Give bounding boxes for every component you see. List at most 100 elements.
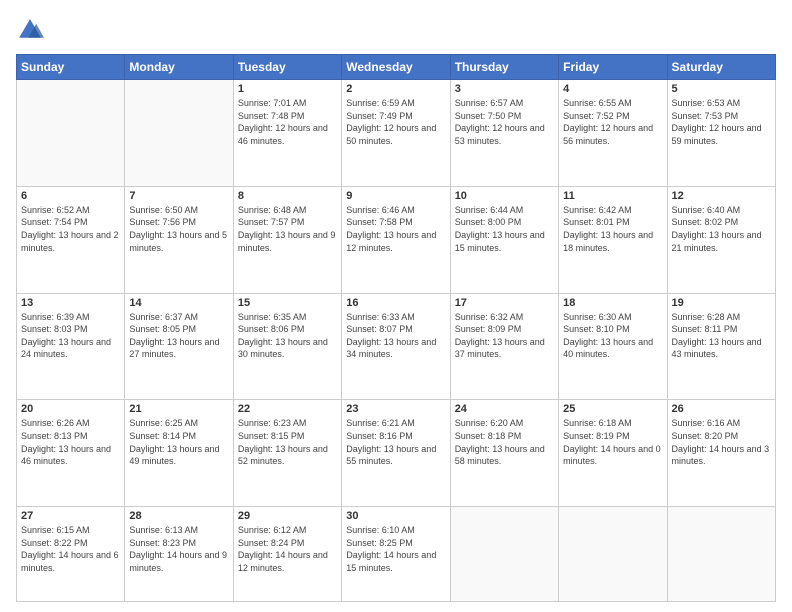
calendar-table: SundayMondayTuesdayWednesdayThursdayFrid… [16, 54, 776, 602]
calendar-day-header: Monday [125, 55, 233, 80]
page: SundayMondayTuesdayWednesdayThursdayFrid… [0, 0, 792, 612]
calendar-header-row: SundayMondayTuesdayWednesdayThursdayFrid… [17, 55, 776, 80]
day-info: Sunrise: 6:13 AM Sunset: 8:23 PM Dayligh… [129, 524, 228, 574]
calendar-cell: 28 Sunrise: 6:13 AM Sunset: 8:23 PM Dayli… [125, 507, 233, 602]
day-number: 19 [672, 297, 771, 309]
day-info: Sunrise: 6:30 AM Sunset: 8:10 PM Dayligh… [563, 311, 662, 361]
calendar-cell: 21 Sunrise: 6:25 AM Sunset: 8:14 PM Dayli… [125, 400, 233, 507]
day-number: 11 [563, 190, 662, 202]
calendar-cell: 20Sunrise: 6:26 AM Sunset: 8:13 PM Dayli… [17, 400, 125, 507]
day-info: Sunrise: 6:42 AM Sunset: 8:01 PM Dayligh… [563, 204, 662, 254]
day-info: Sunrise: 6:57 AM Sunset: 7:50 PM Dayligh… [455, 97, 554, 147]
calendar-cell: 5 Sunrise: 6:53 AM Sunset: 7:53 PM Daylig… [667, 80, 775, 187]
day-info: Sunrise: 7:01 AM Sunset: 7:48 PM Dayligh… [238, 97, 337, 147]
calendar-cell: 10Sunrise: 6:44 AM Sunset: 8:00 PM Dayli… [450, 186, 558, 293]
day-number: 6 [21, 190, 120, 202]
day-number: 10 [455, 190, 554, 202]
day-info: Sunrise: 6:20 AM Sunset: 8:18 PM Dayligh… [455, 417, 554, 467]
calendar-cell: 19 Sunrise: 6:28 AM Sunset: 8:11 PM Dayli… [667, 293, 775, 400]
calendar-cell: 15Sunrise: 6:35 AM Sunset: 8:06 PM Dayli… [233, 293, 341, 400]
day-number: 22 [238, 403, 337, 415]
calendar-day-header: Sunday [17, 55, 125, 80]
day-info: Sunrise: 6:40 AM Sunset: 8:02 PM Dayligh… [672, 204, 771, 254]
calendar-cell: 2 Sunrise: 6:59 AM Sunset: 7:49 PM Daylig… [342, 80, 450, 187]
day-info: Sunrise: 6:39 AM Sunset: 8:03 PM Dayligh… [21, 311, 120, 361]
calendar-cell [450, 507, 558, 602]
calendar-cell: 7 Sunrise: 6:50 AM Sunset: 7:56 PM Daylig… [125, 186, 233, 293]
day-info: Sunrise: 6:21 AM Sunset: 8:16 PM Dayligh… [346, 417, 445, 467]
calendar-week-row: 13 Sunrise: 6:39 AM Sunset: 8:03 PM Dayli… [17, 293, 776, 400]
day-number: 17 [455, 297, 554, 309]
calendar-cell: 27Sunrise: 6:15 AM Sunset: 8:22 PM Dayli… [17, 507, 125, 602]
day-number: 18 [563, 297, 662, 309]
calendar-cell: 26 Sunrise: 6:16 AM Sunset: 8:20 PM Dayli… [667, 400, 775, 507]
calendar-cell: 29 Sunrise: 6:12 AM Sunset: 8:24 PM Dayli… [233, 507, 341, 602]
day-info: Sunrise: 6:48 AM Sunset: 7:57 PM Dayligh… [238, 204, 337, 254]
calendar-cell: 6 Sunrise: 6:52 AM Sunset: 7:54 PM Daylig… [17, 186, 125, 293]
calendar-day-header: Wednesday [342, 55, 450, 80]
calendar-cell: 4 Sunrise: 6:55 AM Sunset: 7:52 PM Daylig… [559, 80, 667, 187]
day-number: 21 [129, 403, 228, 415]
calendar-cell [17, 80, 125, 187]
day-number: 29 [238, 510, 337, 522]
logo-icon [16, 16, 44, 44]
day-info: Sunrise: 6:23 AM Sunset: 8:15 PM Dayligh… [238, 417, 337, 467]
day-number: 26 [672, 403, 771, 415]
calendar-cell: 8 Sunrise: 6:48 AM Sunset: 7:57 PM Daylig… [233, 186, 341, 293]
calendar-cell: 22 Sunrise: 6:23 AM Sunset: 8:15 PM Dayli… [233, 400, 341, 507]
day-info: Sunrise: 6:15 AM Sunset: 8:22 PM Dayligh… [21, 524, 120, 574]
day-number: 5 [672, 83, 771, 95]
calendar-day-header: Thursday [450, 55, 558, 80]
calendar-cell: 18 Sunrise: 6:30 AM Sunset: 8:10 PM Dayli… [559, 293, 667, 400]
calendar-cell: 12 Sunrise: 6:40 AM Sunset: 8:02 PM Dayli… [667, 186, 775, 293]
day-number: 4 [563, 83, 662, 95]
day-number: 23 [346, 403, 445, 415]
day-info: Sunrise: 6:53 AM Sunset: 7:53 PM Dayligh… [672, 97, 771, 147]
day-info: Sunrise: 6:55 AM Sunset: 7:52 PM Dayligh… [563, 97, 662, 147]
calendar-cell: 13 Sunrise: 6:39 AM Sunset: 8:03 PM Dayli… [17, 293, 125, 400]
calendar-cell: 30Sunrise: 6:10 AM Sunset: 8:25 PM Dayli… [342, 507, 450, 602]
day-number: 12 [672, 190, 771, 202]
day-number: 1 [238, 83, 337, 95]
calendar-week-row: 6 Sunrise: 6:52 AM Sunset: 7:54 PM Daylig… [17, 186, 776, 293]
header [16, 16, 776, 44]
day-info: Sunrise: 6:35 AM Sunset: 8:06 PM Dayligh… [238, 311, 337, 361]
calendar-cell: 17Sunrise: 6:32 AM Sunset: 8:09 PM Dayli… [450, 293, 558, 400]
day-info: Sunrise: 6:28 AM Sunset: 8:11 PM Dayligh… [672, 311, 771, 361]
day-number: 25 [563, 403, 662, 415]
day-info: Sunrise: 6:46 AM Sunset: 7:58 PM Dayligh… [346, 204, 445, 254]
calendar-week-row: 1 Sunrise: 7:01 AM Sunset: 7:48 PM Daylig… [17, 80, 776, 187]
day-info: Sunrise: 6:12 AM Sunset: 8:24 PM Dayligh… [238, 524, 337, 574]
calendar-week-row: 20Sunrise: 6:26 AM Sunset: 8:13 PM Dayli… [17, 400, 776, 507]
calendar-cell: 11 Sunrise: 6:42 AM Sunset: 8:01 PM Dayli… [559, 186, 667, 293]
calendar-cell [559, 507, 667, 602]
day-info: Sunrise: 6:33 AM Sunset: 8:07 PM Dayligh… [346, 311, 445, 361]
day-info: Sunrise: 6:25 AM Sunset: 8:14 PM Dayligh… [129, 417, 228, 467]
calendar-cell: 16 Sunrise: 6:33 AM Sunset: 8:07 PM Dayli… [342, 293, 450, 400]
day-info: Sunrise: 6:52 AM Sunset: 7:54 PM Dayligh… [21, 204, 120, 254]
calendar-cell: 24 Sunrise: 6:20 AM Sunset: 8:18 PM Dayli… [450, 400, 558, 507]
calendar-day-header: Tuesday [233, 55, 341, 80]
day-info: Sunrise: 6:16 AM Sunset: 8:20 PM Dayligh… [672, 417, 771, 467]
day-number: 7 [129, 190, 228, 202]
calendar-cell: 25Sunrise: 6:18 AM Sunset: 8:19 PM Dayli… [559, 400, 667, 507]
day-number: 28 [129, 510, 228, 522]
calendar-cell: 3Sunrise: 6:57 AM Sunset: 7:50 PM Daylig… [450, 80, 558, 187]
calendar-cell: 1 Sunrise: 7:01 AM Sunset: 7:48 PM Daylig… [233, 80, 341, 187]
day-number: 2 [346, 83, 445, 95]
calendar-cell [667, 507, 775, 602]
calendar-week-row: 27Sunrise: 6:15 AM Sunset: 8:22 PM Dayli… [17, 507, 776, 602]
day-number: 24 [455, 403, 554, 415]
day-info: Sunrise: 6:59 AM Sunset: 7:49 PM Dayligh… [346, 97, 445, 147]
day-info: Sunrise: 6:50 AM Sunset: 7:56 PM Dayligh… [129, 204, 228, 254]
calendar-day-header: Friday [559, 55, 667, 80]
day-number: 9 [346, 190, 445, 202]
calendar-cell [125, 80, 233, 187]
day-number: 8 [238, 190, 337, 202]
day-number: 13 [21, 297, 120, 309]
day-number: 16 [346, 297, 445, 309]
calendar-cell: 23 Sunrise: 6:21 AM Sunset: 8:16 PM Dayli… [342, 400, 450, 507]
day-info: Sunrise: 6:10 AM Sunset: 8:25 PM Dayligh… [346, 524, 445, 574]
day-number: 14 [129, 297, 228, 309]
logo [16, 16, 48, 44]
